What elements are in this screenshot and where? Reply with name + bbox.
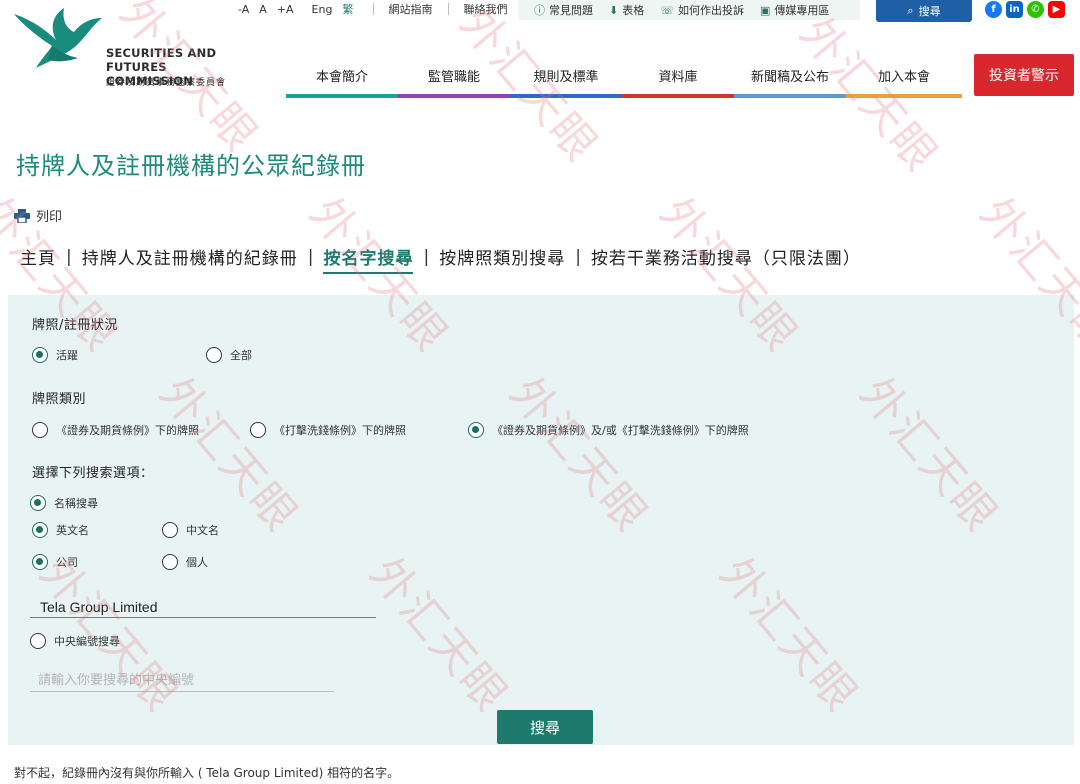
licence-amlo-label: 《打擊洗錢條例》下的牌照	[274, 424, 406, 437]
media-label: 傳媒專用區	[774, 4, 830, 17]
facebook-icon[interactable]: f	[985, 1, 1002, 18]
status-all-radio[interactable]: 全部	[206, 347, 252, 363]
nav-about[interactable]: 本會簡介	[286, 64, 398, 98]
faq-link[interactable]: ⓘ 常見問題	[534, 2, 593, 18]
no-result-message: 對不起，紀錄冊內沒有與你所輸入 ( Tela Group Limited) 相符…	[14, 766, 400, 780]
ce-search-label: 中央編號搜尋	[54, 635, 120, 648]
printer-icon	[14, 208, 30, 223]
divider: |	[66, 246, 72, 267]
divider: |	[307, 246, 314, 267]
forms-link[interactable]: ⬇ 表格	[609, 2, 644, 18]
licence-both-label: 《證券及期貨條例》及/或《打擊洗錢條例》下的牌照	[492, 424, 749, 437]
divider	[373, 3, 375, 15]
site-search-button[interactable]: ⌕ 搜尋	[876, 0, 972, 22]
contact-us-link[interactable]: 聯絡我們	[463, 1, 507, 17]
chinese-name-radio[interactable]: 中文名	[162, 522, 219, 538]
nav-rules-standards[interactable]: 規則及標準	[510, 64, 622, 98]
radio-checked-icon	[32, 554, 48, 570]
name-search-input[interactable]	[30, 596, 376, 618]
ce-number-input[interactable]	[30, 670, 334, 692]
quick-links-bar: ⓘ 常見問題 ⬇ 表格 ☏ 如何作出投訴 ▣ 傳媒專用區	[518, 0, 860, 20]
print-link[interactable]: 列印	[14, 206, 62, 225]
logo-chinese-text: 證券及期貨事務監察委員會	[106, 78, 227, 88]
utility-bar: -A A +A Eng 繁 網站指南 聯絡我們	[238, 0, 523, 18]
main-nav: 本會簡介 監管職能 規則及標準 資料庫 新聞稿及公布 加入本會	[286, 64, 962, 98]
faq-label: 常見問題	[549, 4, 593, 17]
status-active-label: 活躍	[56, 349, 78, 362]
tab-search-by-licence[interactable]: 按牌照類別搜尋	[439, 244, 565, 269]
media-link[interactable]: ▣ 傳媒專用區	[760, 2, 829, 18]
nav-regulatory-functions[interactable]: 監管職能	[398, 64, 510, 98]
site-guide-link[interactable]: 網站指南	[388, 1, 432, 17]
radio-unchecked-icon	[162, 522, 178, 538]
tab-home[interactable]: 主頁	[20, 244, 56, 269]
site-header: SECURITIES AND FUTURES COMMISSION 證券及期貨事…	[0, 0, 1080, 110]
lang-traditional[interactable]: 繁	[342, 1, 353, 17]
english-name-radio[interactable]: 英文名	[32, 522, 89, 538]
company-label: 公司	[56, 556, 78, 569]
page-title: 持牌人及註冊機構的公眾紀錄冊	[16, 152, 366, 180]
licence-sfo-label: 《證券及期貨條例》下的牌照	[56, 424, 199, 437]
wechat-icon[interactable]: ✆	[1027, 1, 1044, 18]
radio-unchecked-icon	[206, 347, 222, 363]
english-name-label: 英文名	[56, 524, 89, 537]
radio-unchecked-icon	[250, 422, 266, 438]
radio-checked-icon	[32, 347, 48, 363]
search-options-label: 選擇下列搜索選項：	[32, 466, 154, 481]
name-search-radio[interactable]: 名稱搜尋	[30, 495, 98, 511]
social-links: f in ✆ ▶	[985, 1, 1069, 18]
radio-checked-icon	[32, 522, 48, 538]
sfc-logo[interactable]: SECURITIES AND FUTURES COMMISSION 證券及期貨事…	[12, 6, 252, 88]
radio-unchecked-icon	[162, 554, 178, 570]
divider	[448, 3, 450, 15]
ce-search-radio[interactable]: 中央編號搜尋	[30, 633, 120, 649]
nav-careers[interactable]: 加入本會	[846, 64, 962, 98]
name-search-label: 名稱搜尋	[54, 497, 98, 510]
megaphone-icon: ☏	[660, 3, 674, 17]
tab-search-by-activity[interactable]: 按若干業務活動搜尋（只限法團）	[591, 244, 861, 269]
divider: |	[423, 246, 430, 267]
individual-radio[interactable]: 個人	[162, 554, 208, 570]
font-size-larger[interactable]: +A	[277, 3, 294, 16]
radio-checked-icon	[468, 422, 484, 438]
nav-news[interactable]: 新聞稿及公布	[734, 64, 846, 98]
search-label: 搜尋	[918, 5, 941, 18]
licence-both-radio[interactable]: 《證券及期貨條例》及/或《打擊洗錢條例》下的牌照	[468, 422, 749, 438]
download-icon: ⬇	[609, 3, 619, 17]
tab-search-by-name[interactable]: 按名字搜尋	[323, 244, 414, 274]
radio-checked-icon	[30, 495, 46, 511]
eagle-logo-icon	[14, 8, 102, 68]
company-radio[interactable]: 公司	[32, 554, 78, 570]
logo-line-1: SECURITIES AND	[106, 46, 217, 60]
chinese-name-label: 中文名	[186, 524, 219, 537]
font-size-normal[interactable]: A	[259, 3, 267, 16]
breadcrumb-tabs: 主頁 | 持牌人及註冊機構的紀錄冊 | 按名字搜尋 | 按牌照類別搜尋 | 按若…	[20, 244, 861, 274]
submit-search-button[interactable]: 搜尋	[497, 710, 593, 744]
youtube-icon[interactable]: ▶	[1048, 1, 1065, 18]
font-size-smaller[interactable]: -A	[238, 3, 249, 16]
question-icon: ⓘ	[534, 4, 545, 17]
radio-unchecked-icon	[30, 633, 46, 649]
forms-label: 表格	[622, 4, 645, 17]
radio-unchecked-icon	[32, 422, 48, 438]
divider: |	[575, 246, 581, 267]
investor-alert-button[interactable]: 投資者警示	[974, 54, 1074, 96]
complaint-link[interactable]: ☏ 如何作出投訴	[660, 2, 744, 18]
linkedin-icon[interactable]: in	[1006, 1, 1023, 18]
licence-type-label: 牌照類別	[32, 392, 87, 407]
status-label: 牌照/註冊狀況	[32, 318, 118, 333]
search-icon: ⌕	[907, 4, 914, 17]
lang-english[interactable]: Eng	[312, 3, 333, 16]
licence-sfo-radio[interactable]: 《證券及期貨條例》下的牌照	[32, 422, 199, 438]
complaint-label: 如何作出投訴	[677, 4, 744, 17]
image-icon: ▣	[759, 3, 771, 17]
licence-amlo-radio[interactable]: 《打擊洗錢條例》下的牌照	[250, 422, 406, 438]
status-active-radio[interactable]: 活躍	[32, 347, 78, 363]
nav-database[interactable]: 資料庫	[622, 64, 734, 98]
print-label: 列印	[36, 210, 63, 225]
tab-register[interactable]: 持牌人及註冊機構的紀錄冊	[82, 244, 298, 269]
status-all-label: 全部	[230, 349, 252, 362]
individual-label: 個人	[186, 556, 208, 569]
